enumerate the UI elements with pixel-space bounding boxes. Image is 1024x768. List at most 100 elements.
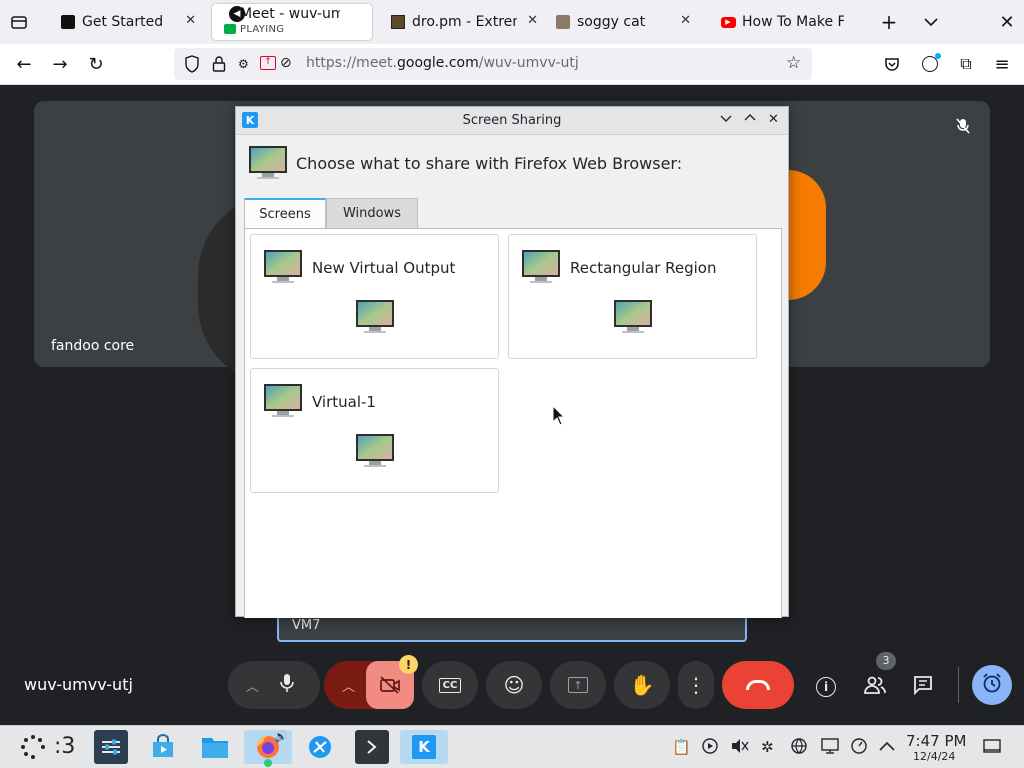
screen-share-indicator-icon[interactable]: ↑ <box>260 56 276 70</box>
tab-soggy-cat[interactable]: soggy cat ✕ <box>545 4 701 40</box>
reload-icon[interactable]: ↻ <box>84 53 108 75</box>
close-window-icon[interactable]: ✕ <box>996 11 1018 33</box>
green-badge-icon <box>264 759 272 767</box>
share-option-label: Virtual-1 <box>312 393 376 411</box>
lock-icon[interactable] <box>212 55 226 77</box>
back-arrow-icon[interactable]: ← <box>12 53 36 75</box>
share-option-label: New Virtual Output <box>312 259 456 277</box>
close-tab-icon[interactable]: ✕ <box>680 13 691 28</box>
url-path: /wuv-umvv-utj <box>478 55 579 71</box>
screen-sharing-dialog: K Screen Sharing ✕ Choose what to share … <box>235 106 789 618</box>
firefox-view-icon[interactable] <box>8 11 30 33</box>
workspace-label[interactable]: :3 <box>54 734 75 759</box>
chevron-up-icon: ︿ <box>246 679 260 695</box>
mouse-cursor-icon <box>552 404 566 431</box>
volume-muted-icon[interactable] <box>731 738 749 758</box>
chevron-up-icon: ︿ <box>342 679 356 695</box>
phone-hangup-icon <box>746 680 770 690</box>
network-icon[interactable] <box>791 738 807 758</box>
monitor-icon <box>521 249 561 289</box>
brightness-icon[interactable]: ✲ <box>761 738 774 756</box>
close-tab-icon[interactable]: ✕ <box>185 13 196 28</box>
meeting-info-button[interactable]: i <box>812 673 840 701</box>
new-tab-plus-icon[interactable]: + <box>878 10 900 34</box>
chat-button[interactable] <box>909 673 937 701</box>
url-bar[interactable]: ⚙ ↑ ⊘ https://meet.google.com/wuv-umvv-u… <box>174 48 812 80</box>
raise-hand-button[interactable]: ✋ <box>614 661 670 709</box>
pocket-icon[interactable] <box>880 53 904 75</box>
monitor-preview-icon <box>355 299 395 339</box>
url-domain: google.com <box>397 55 479 71</box>
clock-date[interactable]: 12/4/24 <box>913 750 955 763</box>
autoplay-blocked-icon[interactable]: ⊘ <box>280 55 292 71</box>
activities-button[interactable] <box>972 665 1012 705</box>
alarm-clock-icon <box>981 672 1003 699</box>
monitor-icon <box>263 383 303 423</box>
share-option-virtual-1[interactable]: Virtual-1 <box>250 368 499 493</box>
tab-windows[interactable]: Windows <box>326 198 418 228</box>
audio-playing-icon[interactable]: ◀ <box>229 6 245 22</box>
kde-portal-window-icon[interactable]: K <box>400 730 448 764</box>
show-desktop-icon[interactable] <box>983 738 1001 758</box>
tab-title: dro.pm - Extreme <box>412 14 517 30</box>
tab-how-to-make[interactable]: ▶ How To Make F <box>710 4 868 40</box>
maximize-chevron-up-icon[interactable] <box>744 112 756 127</box>
extensions-puzzle-icon[interactable]: ⧉ <box>954 53 978 75</box>
more-options-button[interactable]: ⋮ <box>678 661 714 709</box>
tab-playing-label: PLAYING <box>240 24 285 35</box>
tab-screens[interactable]: Screens <box>244 198 326 228</box>
cat-image-favicon-icon <box>555 14 571 30</box>
monitor-icon <box>263 249 303 289</box>
screens-panel: New Virtual Output Rectangular Region Vi… <box>244 228 782 618</box>
show-hidden-icons-chevron-up-icon[interactable] <box>879 738 895 756</box>
close-dialog-icon[interactable]: ✕ <box>768 112 779 127</box>
tab-get-started[interactable]: Get Started ✕ <box>50 4 206 40</box>
permissions-icon[interactable]: ⚙ <box>238 57 249 71</box>
konsole-terminal-icon[interactable] <box>355 730 389 764</box>
system-settings-icon[interactable] <box>94 730 128 764</box>
minimize-chevron-down-icon[interactable] <box>720 112 732 127</box>
clipboard-icon[interactable]: 📋 <box>672 738 691 756</box>
file-manager-icon[interactable] <box>198 730 232 764</box>
url-text[interactable]: https://meet.google.com/wuv-umvv-utj <box>306 55 579 71</box>
camera-off-icon <box>380 676 400 694</box>
google-meet-favicon-icon <box>222 21 238 37</box>
captions-button[interactable]: CC <box>422 661 478 709</box>
tab-title: soggy cat <box>577 14 646 30</box>
application-launcher-icon[interactable] <box>16 730 50 764</box>
youtube-favicon-icon: ▶ <box>720 14 736 30</box>
leave-call-button[interactable] <box>722 661 794 709</box>
list-all-tabs-chevron-icon[interactable] <box>920 11 942 33</box>
kde-connect-icon[interactable] <box>303 730 337 764</box>
people-button[interactable] <box>860 673 890 701</box>
toolbar-divider <box>958 667 959 703</box>
tab-dro-pm[interactable]: dro.pm - Extreme ✕ <box>380 4 548 40</box>
share-option-rectangular-region[interactable]: Rectangular Region <box>508 234 757 359</box>
emoji-smiley-icon: ☺ <box>503 673 525 697</box>
clock-time[interactable]: 7:47 PM <box>906 732 966 750</box>
participant-avatar-orange <box>788 170 826 300</box>
reactions-button[interactable]: ☺ <box>486 661 542 709</box>
tab-title: How To Make F <box>742 14 844 30</box>
present-screen-button[interactable]: ↑ <box>550 661 606 709</box>
audio-settings-button[interactable]: ︿ <box>228 661 320 709</box>
tracking-protection-shield-icon[interactable] <box>184 55 200 77</box>
tab-title: Get Started <box>82 14 164 30</box>
close-tab-icon[interactable]: ✕ <box>527 13 538 28</box>
performance-gauge-icon[interactable] <box>851 738 867 758</box>
tab-strip: Get Started ✕ ◀ Meet - wuv-umvv-utj PLAY… <box>0 0 1024 44</box>
navigation-toolbar: ← → ↻ ⚙ ↑ ⊘ https://meet.google.com/wuv-… <box>0 44 1024 85</box>
menu-hamburger-icon[interactable]: ≡ <box>990 53 1014 75</box>
bookmark-star-icon[interactable]: ☆ <box>786 53 801 73</box>
microphone-icon <box>279 673 295 698</box>
dialog-titlebar[interactable]: K Screen Sharing ✕ <box>236 107 788 135</box>
share-option-new-virtual-output[interactable]: New Virtual Output <box>250 234 499 359</box>
tab-meet[interactable]: ◀ Meet - wuv-umvv-utj PLAYING <box>212 4 372 40</box>
media-player-icon[interactable] <box>702 738 718 758</box>
account-icon[interactable] <box>918 53 942 75</box>
share-option-label: Rectangular Region <box>570 259 717 277</box>
forward-arrow-icon[interactable]: → <box>48 53 72 75</box>
display-configuration-icon[interactable] <box>821 738 839 758</box>
firefox-taskbar-icon[interactable]: 🔊 <box>244 730 292 767</box>
discover-store-icon[interactable] <box>146 730 180 764</box>
